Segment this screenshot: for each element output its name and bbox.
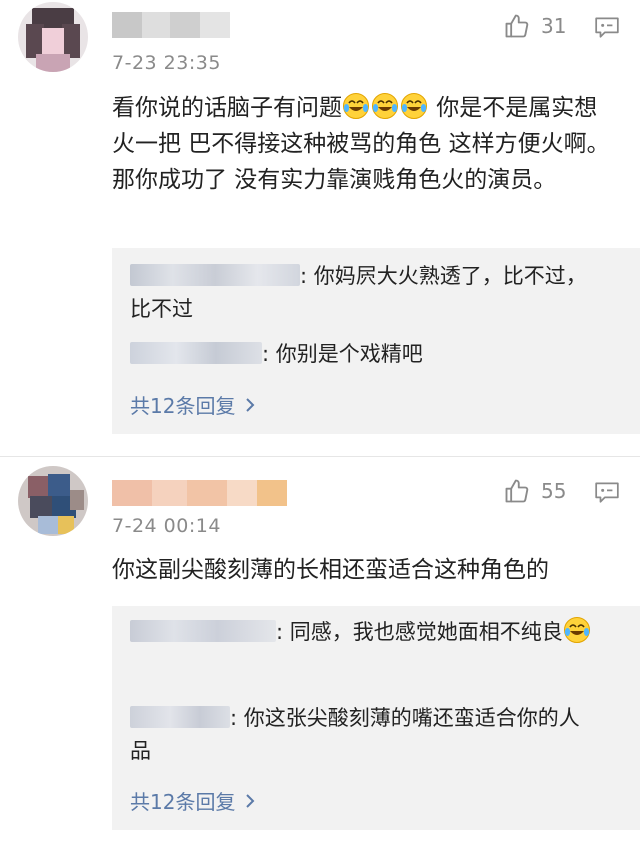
username[interactable] xyxy=(112,480,287,506)
comment-icon xyxy=(595,482,619,503)
like-count: 31 xyxy=(541,14,567,38)
reply-item[interactable]: : 你别是个戏精吧 xyxy=(130,338,600,371)
reply-username[interactable] xyxy=(130,706,230,728)
reply-item[interactable]: : 你这张尖酸刻薄的嘴还蛮适合你的人品 xyxy=(130,702,600,768)
comment-time: 7-24 00:14 xyxy=(112,515,221,537)
laughing-crying-icon xyxy=(371,93,400,121)
reply-box: : 你妈屄大火熟透了，比不过，比不过 : 你别是个戏精吧 共12条回复 xyxy=(112,248,640,434)
reply-username[interactable] xyxy=(130,620,276,642)
comment-content: 你这副尖酸刻薄的长相还蛮适合这种角色的 xyxy=(112,552,617,588)
comment-icon xyxy=(595,17,619,38)
reply-button[interactable] xyxy=(594,14,620,44)
reply-button[interactable] xyxy=(594,479,620,509)
chevron-right-icon xyxy=(246,793,255,808)
reply-username[interactable] xyxy=(130,264,300,286)
reply-text: : 你别是个戏精吧 xyxy=(262,342,423,366)
comment-text: 看你说的话脑子有问题 xyxy=(112,95,342,121)
more-replies-label: 共12条回复 xyxy=(130,790,236,814)
chevron-right-icon xyxy=(246,397,255,412)
reply-text: : 同感，我也感觉她面相不纯良 xyxy=(276,620,563,644)
thumbs-up-icon xyxy=(505,14,529,38)
reply-item[interactable]: : 同感，我也感觉她面相不纯良 xyxy=(130,616,600,649)
like-count: 55 xyxy=(541,479,567,503)
like-button[interactable]: 31 xyxy=(503,12,566,40)
laughing-crying-icon xyxy=(400,93,429,121)
laughing-crying-icon xyxy=(342,93,371,121)
divider xyxy=(0,456,640,457)
view-more-replies-link[interactable]: 共12条回复 xyxy=(130,390,255,419)
comment-text: 你这副尖酸刻薄的长相还蛮适合这种角色的 xyxy=(112,557,549,583)
thumbs-up-icon xyxy=(505,479,529,503)
like-button[interactable]: 55 xyxy=(503,477,566,505)
more-replies-label: 共12条回复 xyxy=(130,394,236,418)
view-more-replies-link[interactable]: 共12条回复 xyxy=(130,786,255,815)
comment-time: 7-23 23:35 xyxy=(112,52,221,74)
laughing-crying-icon xyxy=(563,617,592,644)
reply-username[interactable] xyxy=(130,342,262,364)
reply-item[interactable]: : 你妈屄大火熟透了，比不过，比不过 xyxy=(130,260,600,326)
reply-box: : 同感，我也感觉她面相不纯良 : 你这张尖酸刻薄的嘴还蛮适合你的人品 共12条… xyxy=(112,606,640,830)
username[interactable] xyxy=(112,12,230,38)
avatar[interactable] xyxy=(18,466,88,536)
avatar[interactable] xyxy=(18,2,88,72)
comment-content: 看你说的话脑子有问题 你是不是属实想火一把 巴不得接这种被骂的角色 这样方便火啊… xyxy=(112,90,617,198)
